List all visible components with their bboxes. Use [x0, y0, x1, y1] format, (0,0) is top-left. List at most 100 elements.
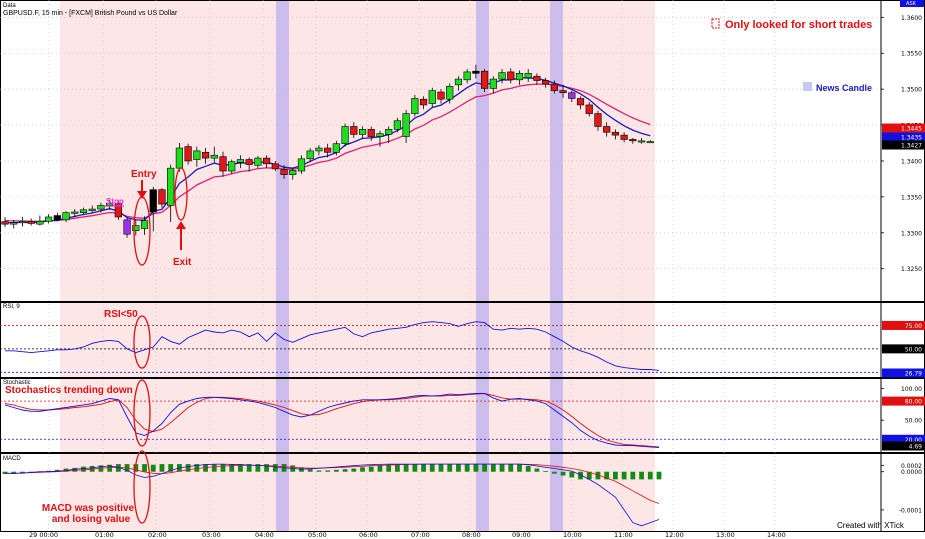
time-tick-label-6: 06:00 [359, 531, 378, 539]
rsi-tick-label-0: 75.00 [905, 323, 922, 330]
candle-body [88, 208, 96, 211]
macd-histogram-bar-54 [473, 464, 479, 472]
candle-body [79, 209, 88, 213]
candle-body [280, 169, 288, 175]
candle-body [27, 220, 35, 224]
stochastic-tick-label-1: 80.00 [905, 399, 922, 406]
macd-histogram-bar-48 [421, 464, 426, 472]
candle-body [97, 205, 105, 210]
macd-histogram-bar-56 [490, 464, 496, 472]
time-tick-label-12: 12:00 [665, 531, 684, 539]
candle-body [228, 161, 236, 172]
candle-body [603, 126, 611, 133]
macd-histogram-bar-40 [351, 468, 357, 472]
candle-body [149, 189, 157, 213]
macd-histogram-bar-64 [560, 471, 566, 476]
trading-chart: ASK1.32501.33001.33501.34001.34501.35001… [0, 0, 925, 539]
macd-histogram-bar-39 [342, 469, 348, 472]
time-tick-label-11: 11:00 [614, 531, 633, 539]
candle-body [472, 70, 480, 74]
candle-55 [480, 69, 489, 93]
background-layer [60, 0, 655, 531]
candle-body [62, 212, 70, 221]
macd-histogram-bar-18 [159, 464, 165, 472]
candle-body [620, 134, 628, 140]
candle-body [324, 147, 332, 153]
candle-body [629, 139, 637, 142]
macd-histogram-bar-36 [316, 470, 322, 472]
candle-body [1, 221, 9, 225]
candle-body [158, 189, 166, 205]
macd-histogram-bar-45 [395, 464, 400, 472]
macd-histogram-bar-58 [508, 464, 514, 472]
candle-body [550, 83, 558, 91]
candle-body [201, 152, 210, 159]
candle-body [367, 129, 375, 137]
candle-body [576, 98, 585, 106]
candle-body [568, 92, 576, 99]
candle-body [489, 78, 497, 89]
candle-body [611, 131, 619, 136]
price-tick-label-1: 1.3300 [901, 230, 922, 237]
candle-body [515, 73, 524, 81]
candle-body [585, 104, 593, 114]
macd-histogram-bar-63 [551, 471, 557, 474]
macd-histogram-bar-74 [647, 471, 653, 480]
candle-39 [341, 123, 349, 147]
rsi-tick-label-1: 50.00 [905, 346, 922, 353]
price-tick-label-6: 1.3550 [901, 51, 922, 58]
price-tag-2: 1.3427 [901, 143, 922, 150]
macd-histogram-bar-52 [456, 464, 461, 472]
candle-body [18, 220, 27, 224]
candle-body [306, 150, 314, 160]
candle-body [594, 113, 602, 127]
candle-body [533, 75, 541, 81]
news-band-3 [550, 0, 563, 531]
macd-histogram-bar-70 [613, 471, 618, 480]
candle-body [446, 85, 454, 100]
candle-body [44, 216, 53, 222]
macd-histogram-bar-42 [368, 466, 374, 472]
macd-histogram-bar-41 [360, 467, 365, 472]
candle-body [480, 70, 489, 89]
macd-histogram-bar-1 [11, 471, 17, 473]
candle-body [254, 157, 262, 166]
time-tick-label-13: 13:00 [716, 531, 735, 539]
data-panel-label: Data [3, 3, 16, 9]
candle-body [123, 219, 131, 235]
candle-body [53, 215, 61, 221]
candle-body [376, 133, 384, 137]
time-tick-label-9: 09:00 [512, 531, 531, 539]
macd-histogram-bar-55 [482, 464, 487, 472]
macd-histogram-bar-43 [377, 465, 383, 472]
candle-body [236, 159, 245, 163]
news-candle-swatch [803, 82, 812, 91]
stochastic-note: Stochastics trending down [5, 385, 133, 396]
credit-label: Created with XTick [837, 521, 905, 530]
macd-histogram-bar-26 [229, 464, 235, 472]
stochastic-tick-label-0: 100.00 [901, 386, 922, 393]
macd-histogram-bar-71 [621, 471, 627, 480]
candle-body [289, 169, 297, 175]
session-shading [60, 0, 655, 531]
candle-body [262, 157, 271, 165]
price-tick-label-5: 1.3500 [901, 87, 922, 94]
macd-histogram-bar-38 [333, 469, 339, 472]
stop-label: Stop [106, 197, 124, 206]
candle-body [210, 154, 218, 159]
price-tick-label-7: 1.3600 [901, 15, 922, 22]
candle-body [297, 158, 306, 172]
stochastic-tick-label-2: 50.00 [905, 418, 922, 425]
macd-histogram-bar-44 [386, 464, 392, 472]
candle-body [140, 220, 149, 229]
macd-histogram-bar-37 [325, 470, 331, 472]
candle-body [71, 211, 79, 214]
candle-body [542, 80, 550, 85]
candle-body [507, 71, 515, 81]
macd-histogram-bar-50 [438, 464, 444, 472]
exit-label: Exit [173, 257, 192, 268]
candle-body [167, 167, 175, 206]
news-band-1 [276, 0, 289, 531]
macd-histogram-bar-24 [211, 464, 217, 472]
candle-body [454, 78, 463, 86]
